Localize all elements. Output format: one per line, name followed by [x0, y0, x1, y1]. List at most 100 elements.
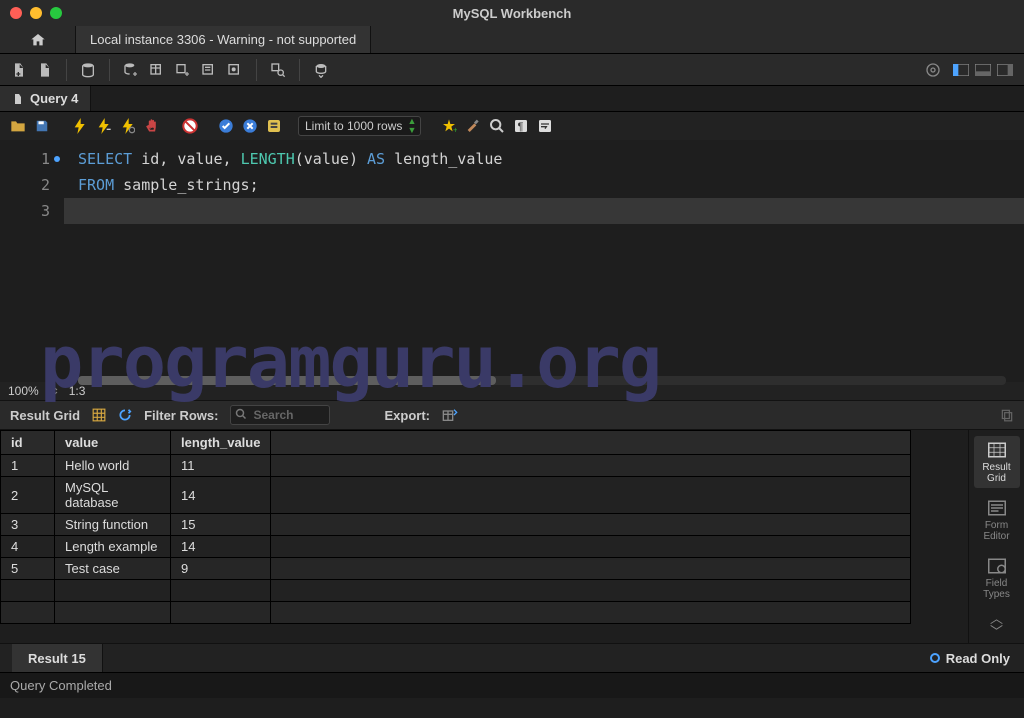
query-tab[interactable]: Query 4 — [0, 86, 91, 111]
settings-button[interactable] — [922, 59, 944, 81]
wrap-button[interactable] — [535, 116, 555, 136]
column-header-empty — [271, 431, 911, 455]
maximize-window-button[interactable] — [50, 7, 62, 19]
table-plus-icon — [175, 62, 191, 78]
table-cell[interactable]: MySQL database — [55, 477, 171, 514]
table-cell[interactable]: Test case — [55, 558, 171, 580]
side-label: Result Grid — [974, 462, 1020, 484]
status-bar: Query Completed — [0, 672, 1024, 698]
svg-text:¶: ¶ — [518, 121, 524, 133]
table-cell[interactable]: Hello world — [55, 455, 171, 477]
reconnect-button[interactable] — [310, 59, 332, 81]
save-icon — [35, 119, 49, 133]
table-cell[interactable]: String function — [55, 514, 171, 536]
inspector-button[interactable] — [77, 59, 99, 81]
field-types-toggle[interactable]: Field Types — [974, 552, 1020, 604]
table-row[interactable]: 3String function15 — [1, 514, 911, 536]
stop-button[interactable] — [142, 116, 162, 136]
table-cell[interactable]: 5 — [1, 558, 55, 580]
table-row-empty — [1, 602, 911, 624]
limit-rows-select[interactable]: Limit to 1000 rows ▲▼ — [298, 116, 421, 136]
invisible-chars-button[interactable]: ¶ — [511, 116, 531, 136]
execute-button[interactable] — [70, 116, 90, 136]
filter-rows-input[interactable]: Search — [230, 405, 330, 425]
search-icon — [235, 408, 247, 420]
minimize-window-button[interactable] — [30, 7, 42, 19]
table-cell[interactable]: Length example — [55, 536, 171, 558]
table-cell[interactable]: 14 — [171, 536, 271, 558]
panel-left-toggle[interactable] — [950, 59, 972, 81]
open-file-button[interactable] — [8, 116, 28, 136]
result-tab-label: Result 15 — [28, 651, 86, 666]
lightning-search-icon — [121, 118, 135, 134]
result-grid[interactable]: idvaluelength_value 1Hello world112MySQL… — [0, 430, 968, 643]
home-icon — [29, 32, 47, 48]
chevron-updown-icon[interactable] — [49, 386, 59, 396]
open-sql-file-button[interactable] — [34, 59, 56, 81]
export-icon[interactable] — [442, 408, 458, 422]
connection-tab[interactable]: Local instance 3306 - Warning - not supp… — [76, 26, 371, 53]
create-schema-button[interactable] — [120, 59, 142, 81]
column-header[interactable]: value — [55, 431, 171, 455]
function-name: LENGTH — [241, 150, 295, 168]
copy-icon[interactable] — [1000, 408, 1014, 422]
new-sql-tab-button[interactable] — [8, 59, 30, 81]
table-cell[interactable]: 9 — [171, 558, 271, 580]
search-button[interactable] — [487, 116, 507, 136]
side-scroll-chevrons[interactable]: ︿ ﹀ — [990, 612, 1003, 638]
editor-content[interactable]: SELECT id, value, LENGTH(value) AS lengt… — [64, 140, 1024, 382]
close-window-button[interactable] — [10, 7, 22, 19]
result-grid-toggle[interactable]: Result Grid — [974, 436, 1020, 488]
result-tab[interactable]: Result 15 — [12, 644, 103, 672]
column-header[interactable]: length_value — [171, 431, 271, 455]
create-table-button[interactable] — [146, 59, 168, 81]
toggle-limit-button[interactable] — [264, 116, 284, 136]
zoom-level[interactable]: 100% — [8, 384, 39, 398]
panel-right-toggle[interactable] — [994, 59, 1016, 81]
commit-button[interactable] — [216, 116, 236, 136]
home-tab[interactable] — [0, 26, 76, 53]
create-function-button[interactable] — [224, 59, 246, 81]
explain-button[interactable] — [118, 116, 138, 136]
create-procedure-button[interactable] — [198, 59, 220, 81]
form-editor-toggle[interactable]: Form Editor — [974, 494, 1020, 546]
table-row[interactable]: 5Test case9 — [1, 558, 911, 580]
scrollbar-thumb[interactable] — [78, 376, 496, 385]
search-table-button[interactable] — [267, 59, 289, 81]
table-cell-empty — [171, 602, 271, 624]
table-cell[interactable]: 11 — [171, 455, 271, 477]
table-cell[interactable]: 1 — [1, 455, 55, 477]
toggle-autocommit-button[interactable] — [180, 116, 200, 136]
execute-current-button[interactable] — [94, 116, 114, 136]
save-file-button[interactable] — [32, 116, 52, 136]
find-button[interactable] — [463, 116, 483, 136]
query-tab-label: Query 4 — [30, 91, 78, 106]
horizontal-scrollbar[interactable] — [78, 376, 1006, 385]
panel-bottom-toggle[interactable] — [972, 59, 994, 81]
lightning-icon — [73, 118, 87, 134]
table-cell[interactable]: 3 — [1, 514, 55, 536]
column-header[interactable]: id — [1, 431, 55, 455]
main-toolbar — [0, 54, 1024, 86]
result-side-panel: Result Grid Form Editor Field Types ︿ ﹀ — [968, 430, 1024, 643]
table-row[interactable]: 4Length example14 — [1, 536, 911, 558]
limit-rows-label: Limit to 1000 rows — [305, 119, 402, 133]
table-cell[interactable]: 2 — [1, 477, 55, 514]
table-cell-empty — [271, 514, 911, 536]
table-row[interactable]: 2MySQL database14 — [1, 477, 911, 514]
table-cell[interactable]: 4 — [1, 536, 55, 558]
table-cell[interactable]: 15 — [171, 514, 271, 536]
table-cell[interactable]: 14 — [171, 477, 271, 514]
pilcrow-icon: ¶ — [513, 118, 529, 134]
create-view-button[interactable] — [172, 59, 194, 81]
rollback-button[interactable] — [240, 116, 260, 136]
identifier: value — [304, 150, 349, 168]
beautify-button[interactable]: + — [439, 116, 459, 136]
grid-icon[interactable] — [92, 408, 106, 422]
table-row[interactable]: 1Hello world11 — [1, 455, 911, 477]
sql-editor[interactable]: 1 2 3 SELECT id, value, LENGTH(value) AS… — [0, 140, 1024, 382]
file-plus-icon — [11, 62, 27, 78]
refresh-icon[interactable] — [118, 408, 132, 422]
broom-icon — [465, 118, 481, 134]
editor-cursor-line — [64, 198, 1024, 224]
